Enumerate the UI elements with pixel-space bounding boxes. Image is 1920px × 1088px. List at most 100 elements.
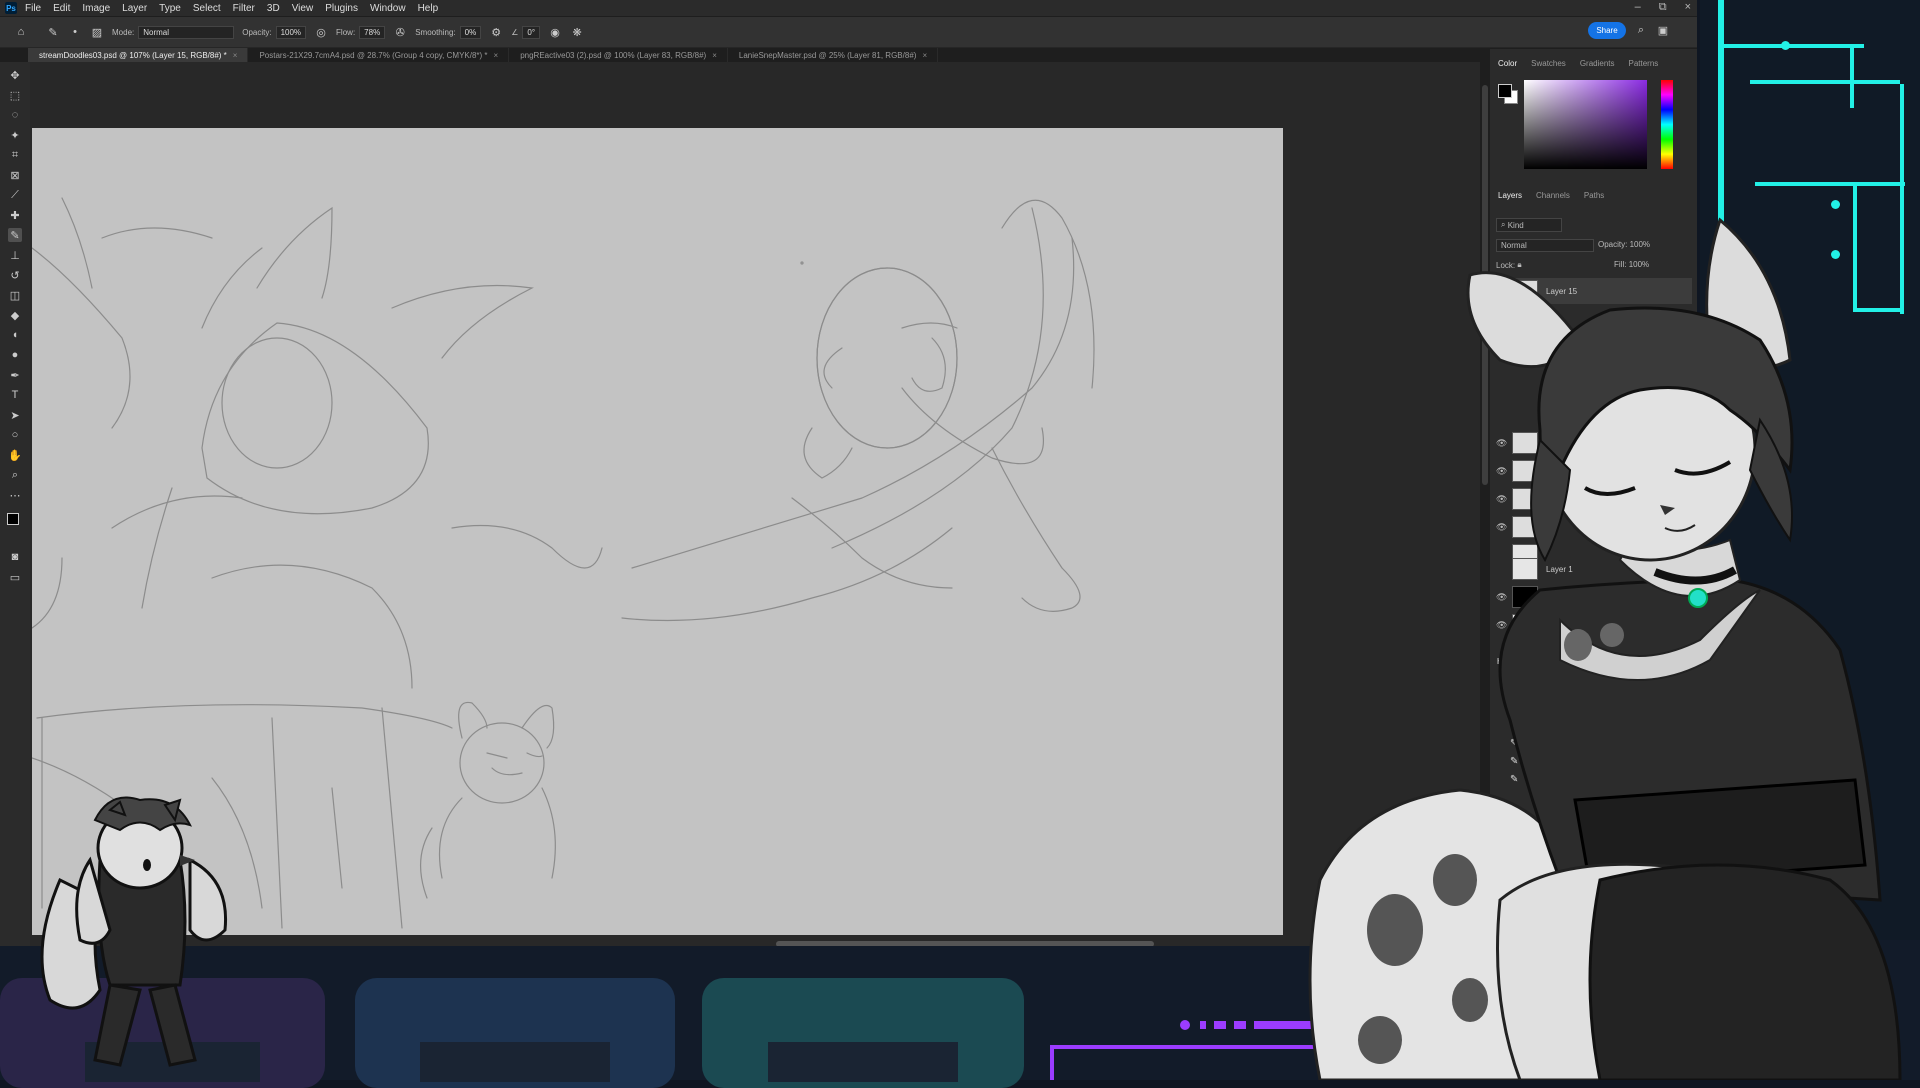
layer-row[interactable]: Layer 15	[1492, 278, 1692, 304]
close-icon[interactable]: ×	[494, 51, 499, 60]
layer-filter[interactable]: ⌕ Kind	[1496, 218, 1562, 232]
eye-icon[interactable]: 👁︎	[1496, 438, 1507, 449]
close-icon[interactable]: ×	[922, 51, 927, 60]
zoom-tool-icon[interactable]: ⌕	[8, 468, 22, 482]
pressure-opacity-icon[interactable]: ◎	[314, 25, 328, 39]
stamp-tool-icon[interactable]: ⊥	[8, 248, 22, 262]
eraser-tool-icon[interactable]: ◫	[8, 288, 22, 302]
tab-paths[interactable]: Paths	[1584, 191, 1604, 200]
eye-icon[interactable]: 👁︎	[1496, 522, 1507, 533]
menu-file[interactable]: File	[25, 3, 41, 14]
brush-tool-icon[interactable]: ✎	[8, 228, 22, 242]
close-icon[interactable]: ×	[233, 51, 238, 60]
minimize-button[interactable]: –	[1635, 1, 1641, 14]
shape-tool-icon[interactable]: ○	[8, 428, 22, 442]
airbrush-icon[interactable]: ✇	[393, 25, 407, 39]
menu-3d[interactable]: 3D	[267, 3, 280, 14]
hand-tool-icon[interactable]: ✋	[8, 448, 22, 462]
eye-icon[interactable]: 👁︎	[1496, 466, 1507, 477]
search-icon[interactable]: ⌕	[1634, 23, 1648, 37]
blur-tool-icon[interactable]: ◖	[8, 328, 22, 342]
layer-row[interactable]: 👁︎	[1492, 430, 1692, 456]
more-tools-icon[interactable]: ⋯	[8, 488, 22, 502]
opacity-field[interactable]: 100%	[275, 25, 307, 39]
paint-bucket-tool-icon[interactable]: ◆	[8, 308, 22, 322]
menu-type[interactable]: Type	[159, 3, 181, 14]
gear-icon[interactable]: ⚙	[489, 25, 503, 39]
brush-preset-icon[interactable]: ✎	[46, 25, 60, 39]
tab-gradients[interactable]: Gradients	[1580, 59, 1615, 68]
angle-field[interactable]: 0°	[522, 25, 541, 39]
history-item[interactable]: ✎ Bru	[1510, 735, 1660, 751]
flow-field[interactable]: 78%	[359, 25, 386, 39]
restore-button[interactable]: ⧉	[1659, 1, 1667, 14]
pressure-size-icon[interactable]: ◉	[548, 25, 562, 39]
brush-size-icon[interactable]: •	[68, 25, 82, 39]
marquee-tool-icon[interactable]: ⬚	[8, 88, 22, 102]
color-picker-field[interactable]	[1524, 80, 1647, 169]
layer-row[interactable]: 👁︎	[1492, 486, 1692, 512]
tab-channels[interactable]: Channels	[1536, 191, 1570, 200]
home-icon[interactable]: ⌂	[14, 25, 28, 39]
screen-mode-icon[interactable]: ▭	[8, 570, 22, 584]
history-item[interactable]: ✎ Br	[1510, 681, 1660, 697]
dodge-tool-icon[interactable]: ●	[8, 348, 22, 362]
close-button[interactable]: ×	[1685, 1, 1691, 14]
tab-layers[interactable]: Layers	[1498, 191, 1522, 200]
path-selection-tool-icon[interactable]: ➤	[8, 408, 22, 422]
layer-row[interactable]: 👁︎ Lay	[1492, 584, 1692, 610]
fill-field[interactable]: 100%	[1629, 260, 1649, 269]
history-item[interactable]: ✎ Bru	[1510, 753, 1660, 769]
smoothing-field[interactable]: 0%	[459, 25, 482, 39]
menu-edit[interactable]: Edit	[53, 3, 70, 14]
menu-plugins[interactable]: Plugins	[325, 3, 358, 14]
mode-select[interactable]: Normal	[138, 25, 235, 39]
pen-tool-icon[interactable]: ✒	[8, 368, 22, 382]
workspace-icon[interactable]: ▣	[1656, 23, 1670, 37]
menu-image[interactable]: Image	[82, 3, 110, 14]
layer-opacity-field[interactable]: 100%	[1630, 240, 1650, 249]
history-item[interactable]: ✎ Brush	[1510, 717, 1660, 733]
drawing-canvas[interactable]	[32, 128, 1283, 935]
share-button[interactable]: Share	[1588, 22, 1626, 39]
menu-layer[interactable]: Layer	[122, 3, 147, 14]
tab-swatches[interactable]: Swatches	[1531, 59, 1566, 68]
history-item[interactable]: ✎ B	[1510, 771, 1660, 787]
frame-tool-icon[interactable]: ⊠	[8, 168, 22, 182]
type-tool-icon[interactable]: T	[8, 388, 22, 402]
layer-row[interactable]: 👁︎	[1492, 458, 1692, 484]
menu-select[interactable]: Select	[193, 3, 221, 14]
lasso-tool-icon[interactable]: ◌	[8, 108, 22, 122]
menu-filter[interactable]: Filter	[233, 3, 255, 14]
symmetry-icon[interactable]: ❋	[570, 25, 584, 39]
horizontal-scrollbar[interactable]	[776, 941, 1154, 946]
hue-slider[interactable]	[1661, 80, 1673, 169]
menu-view[interactable]: View	[292, 3, 314, 14]
crop-tool-icon[interactable]: ⌗	[8, 148, 22, 162]
brush-settings-icon[interactable]: ▨	[90, 25, 104, 39]
blend-mode-select[interactable]: Normal	[1496, 239, 1594, 252]
move-tool-icon[interactable]: ✥	[8, 68, 22, 82]
eye-icon[interactable]: 👁︎	[1496, 494, 1507, 505]
history-brush-tool-icon[interactable]: ↺	[8, 268, 22, 282]
eye-icon[interactable]: 👁︎	[1496, 620, 1507, 631]
tab-laniesnepmaster[interactable]: LanieSnepMaster.psd @ 25% (Layer 81, RGB…	[728, 48, 939, 62]
lock-icon[interactable]: 🔒︎	[1517, 260, 1521, 270]
menu-help[interactable]: Help	[418, 3, 439, 14]
eye-icon[interactable]: 👁︎	[1496, 592, 1507, 603]
history-item[interactable]: ✎ Brus	[1510, 699, 1660, 715]
color-swatch-icon[interactable]	[7, 513, 22, 528]
layer-row[interactable]: 👁︎	[1492, 514, 1692, 540]
tab-pngreactive[interactable]: pngREactive03 (2).psd @ 100% (Layer 83, …	[509, 48, 728, 62]
tab-postars[interactable]: Postars-21X29.7cmA4.psd @ 28.7% (Group 4…	[248, 48, 510, 62]
foreground-color-swatch[interactable]	[1498, 84, 1512, 98]
history-panel-title[interactable]: His	[1497, 657, 1509, 666]
tab-color[interactable]: Color	[1498, 59, 1517, 68]
layer-row[interactable]: Layer 1	[1492, 556, 1692, 582]
healing-tool-icon[interactable]: ✚	[8, 208, 22, 222]
vertical-scrollbar[interactable]	[1482, 85, 1488, 485]
close-icon[interactable]: ×	[712, 51, 717, 60]
menu-window[interactable]: Window	[370, 3, 406, 14]
layer-row[interactable]: 👁︎	[1492, 612, 1692, 638]
tab-streamdoodles[interactable]: streamDoodles03.psd @ 107% (Layer 15, RG…	[28, 48, 249, 62]
